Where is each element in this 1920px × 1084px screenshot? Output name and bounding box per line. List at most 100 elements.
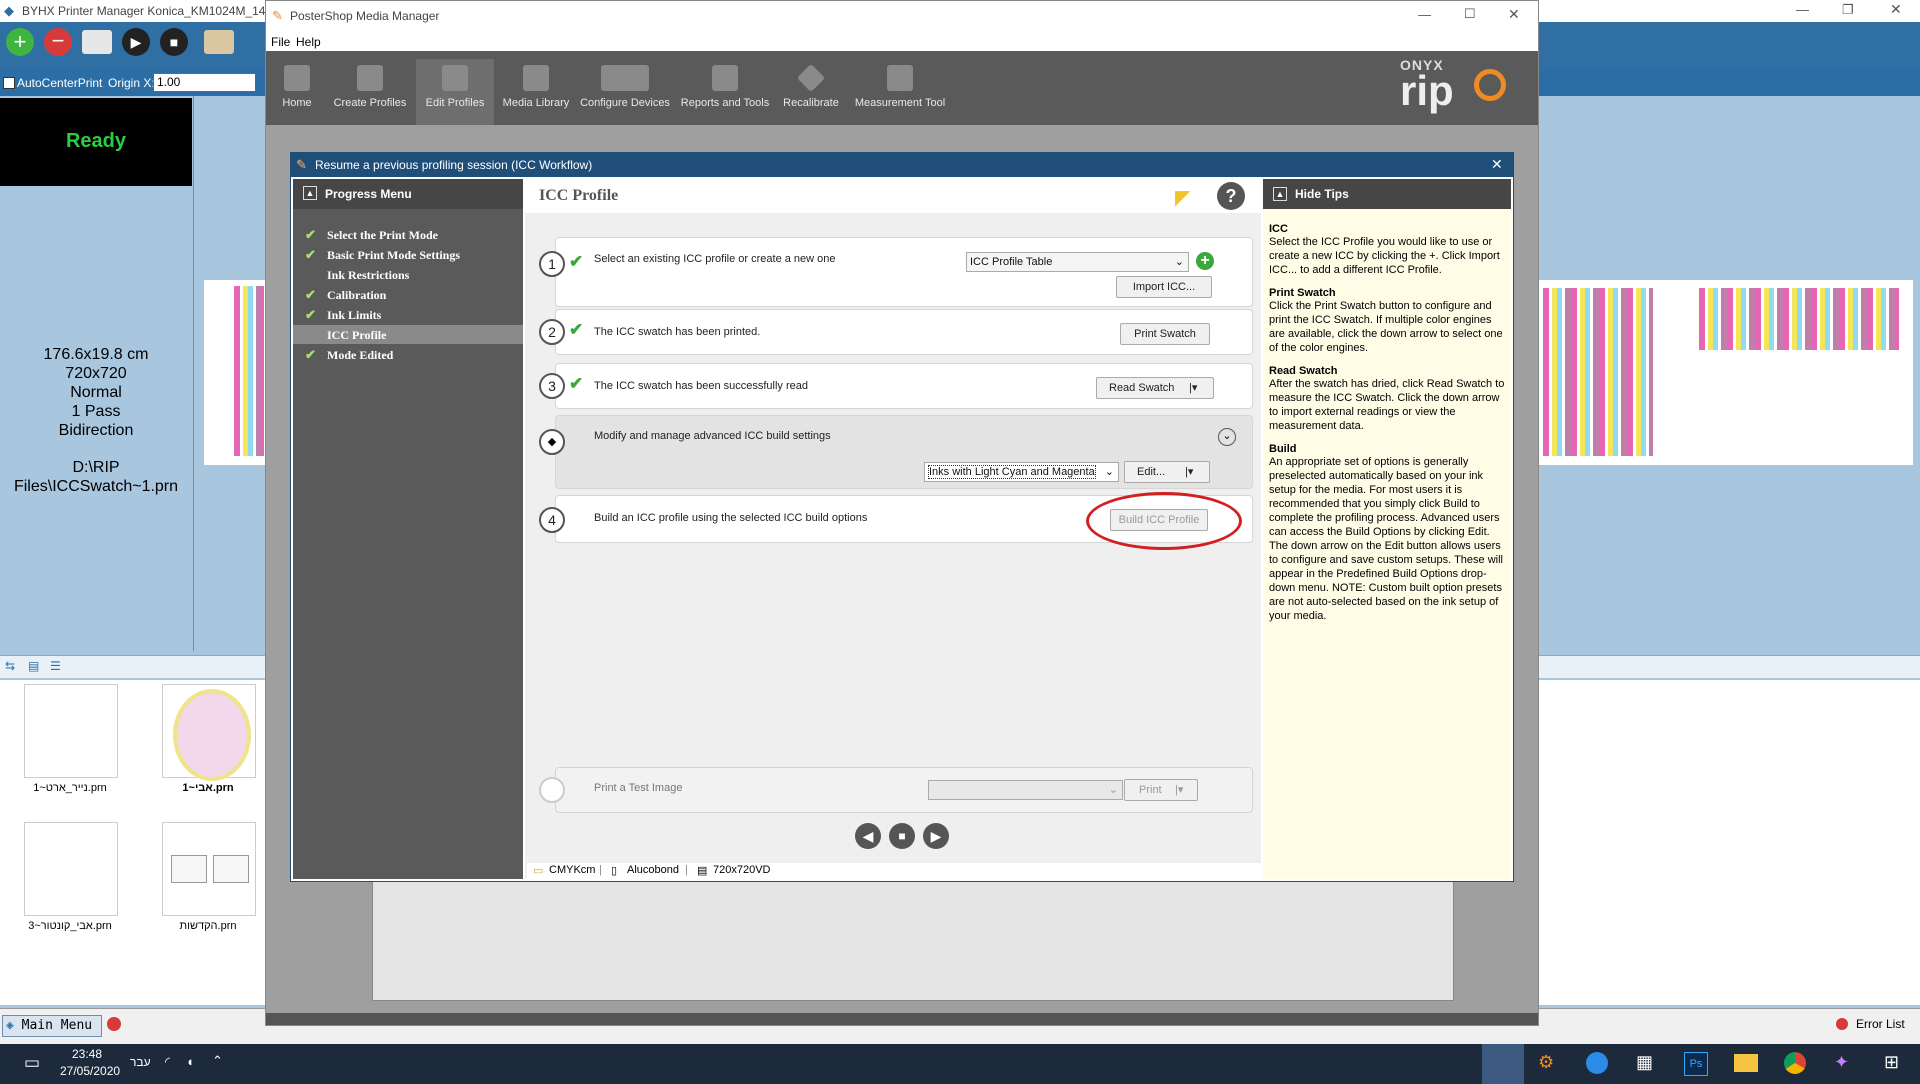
expand-icon[interactable]: ⌄: [1218, 428, 1236, 446]
restore-icon[interactable]: ❐: [1842, 2, 1854, 18]
dropdown-arrow-icon[interactable]: |▾: [1185, 462, 1193, 482]
add-job-icon[interactable]: +: [6, 28, 34, 56]
edit-build-options-button[interactable]: Edit... |▾: [1124, 461, 1210, 483]
view-icon[interactable]: ⇆: [5, 659, 15, 673]
page-icon[interactable]: ▤: [28, 659, 39, 673]
list-icon[interactable]: ☰: [50, 659, 61, 673]
chevron-down-icon: ⌄: [1174, 256, 1184, 268]
progress-item-calibration[interactable]: ✔ Calibration: [293, 285, 523, 304]
progress-menu: ▲ Progress Menu ✔ Select the Print Mode …: [293, 179, 523, 879]
progress-item-select-print-mode[interactable]: ✔ Select the Print Mode: [293, 225, 523, 244]
taskbar-app-calculator-icon[interactable]: ▦: [1636, 1052, 1653, 1073]
progress-item-mode-edited[interactable]: ✔ Mode Edited: [293, 345, 523, 364]
toolbar-configure-devices[interactable]: Configure Devices: [578, 59, 672, 125]
stop-icon[interactable]: ■: [160, 28, 188, 56]
thumbnail-label: הקדשות.prn: [179, 920, 237, 932]
icc-main-panel: ICC Profile ◤ ? Select an existing ICC p…: [525, 179, 1263, 879]
test-image-dropdown[interactable]: ⌄: [928, 780, 1123, 800]
toolbar-measurement-tool[interactable]: Measurement Tool: [850, 59, 950, 125]
measurement-tool-icon: [887, 65, 913, 91]
auto-center-checkbox[interactable]: [3, 77, 15, 89]
main-menu-button[interactable]: ◈ Main Menu: [2, 1015, 102, 1037]
minimize-icon[interactable]: —: [1418, 7, 1431, 22]
job-resolution: 720x720: [65, 365, 127, 382]
taskbar-app-onyx[interactable]: [1482, 1044, 1524, 1084]
windows-start-icon[interactable]: ⊞: [1884, 1052, 1899, 1073]
advanced-diamond-icon: ◆: [539, 429, 565, 455]
icc-profile-dropdown[interactable]: ICC Profile Table ⌄: [966, 252, 1189, 272]
tip-heading: ICC: [1269, 223, 1288, 235]
menu-file[interactable]: File: [271, 35, 290, 49]
dropdown-arrow-icon[interactable]: |▾: [1175, 780, 1183, 800]
error-list-button[interactable]: Error List: [1856, 1017, 1905, 1031]
notes-flag-icon[interactable]: ◤: [1175, 185, 1190, 210]
hide-tips-button[interactable]: Hide Tips: [1295, 187, 1349, 201]
toolbar-edit-profiles[interactable]: Edit Profiles: [416, 59, 494, 125]
taskbar-app-rip-icon[interactable]: ⚙: [1538, 1052, 1554, 1073]
taskbar-app-explorer-icon[interactable]: [1734, 1054, 1758, 1072]
checkmark-icon: ✔: [305, 247, 316, 262]
step-4-text: Build an ICC profile using the selected …: [594, 512, 868, 524]
back-icon[interactable]: ◀: [855, 823, 881, 849]
close-icon[interactable]: ✕: [1508, 6, 1520, 23]
taskbar-app-paint-icon[interactable]: ✦: [1834, 1052, 1849, 1073]
play-pause-icon[interactable]: ▶: [122, 28, 150, 56]
import-icc-button[interactable]: Import ICC...: [1116, 276, 1212, 298]
printer-icon[interactable]: [82, 30, 112, 54]
forward-icon[interactable]: ▶: [923, 823, 949, 849]
collapse-icon[interactable]: ▲: [1273, 187, 1287, 201]
progress-item-icc-profile[interactable]: ICC Profile: [293, 325, 523, 344]
help-icon[interactable]: ?: [1217, 182, 1245, 210]
build-options-dropdown[interactable]: Inks with Light Cyan and Magenta ⌄: [924, 462, 1119, 482]
advanced-build-settings: Modify and manage advanced ICC build set…: [555, 415, 1253, 489]
tip-body: After the swatch has dried, click Read S…: [1269, 378, 1505, 432]
taskbar-date: 27/05/2020: [60, 1064, 121, 1078]
toolbar-create-profiles[interactable]: Create Profiles: [328, 59, 412, 125]
progress-item-ink-limits[interactable]: ✔ Ink Limits: [293, 305, 523, 324]
tip-body: An appropriate set of options is general…: [1269, 456, 1503, 622]
print-swatch-button[interactable]: Print Swatch: [1120, 323, 1210, 345]
stop-icon[interactable]: ■: [889, 823, 915, 849]
taskbar-app-photoshop-icon[interactable]: Ps: [1684, 1052, 1708, 1076]
job-thumbnail[interactable]: [162, 684, 256, 781]
volume-icon[interactable]: ◖: [186, 1054, 194, 1069]
taskbar-app-chrome-icon[interactable]: [1784, 1052, 1806, 1074]
wifi-icon[interactable]: ◜: [165, 1054, 170, 1070]
delete-job-icon[interactable]: −: [44, 28, 72, 56]
toolbar-reports-and-tools[interactable]: Reports and Tools: [676, 59, 774, 125]
input-language[interactable]: עבר: [130, 1055, 151, 1069]
edit-profiles-icon: [442, 65, 468, 91]
job-thumbnail[interactable]: [24, 822, 118, 916]
step-1-check-icon: ✔: [569, 252, 584, 271]
maximize-icon[interactable]: ☐: [1464, 6, 1476, 22]
progress-menu-title: Progress Menu: [325, 187, 412, 201]
read-swatch-button[interactable]: Read Swatch |▾: [1096, 377, 1214, 399]
toolbar-recalibrate[interactable]: Recalibrate: [778, 59, 844, 125]
job-direction: Bidirection: [58, 422, 134, 439]
toolbar-media-library[interactable]: Media Library: [500, 59, 572, 125]
add-profile-icon[interactable]: +: [1196, 252, 1214, 270]
origin-x-input[interactable]: 1.00: [153, 73, 256, 92]
menu-help[interactable]: Help: [296, 35, 321, 49]
tips-panel: ▲ Hide Tips ICC Select the ICC Profile y…: [1263, 179, 1511, 879]
collapse-icon[interactable]: ▲: [303, 186, 317, 200]
action-center-icon[interactable]: ▭: [24, 1053, 40, 1073]
job-path-2: Files\ICCSwatch~1.prn: [13, 478, 179, 495]
progress-item-ink-restrictions[interactable]: Ink Restrictions: [293, 265, 523, 284]
close-icon[interactable]: ✕: [1890, 1, 1902, 18]
taskbar-app-teamviewer-icon[interactable]: [1586, 1052, 1608, 1074]
show-hidden-icons[interactable]: ⌃: [212, 1053, 223, 1069]
step-2-text: The ICC swatch has been printed.: [594, 326, 761, 338]
job-thumbnail[interactable]: [24, 684, 118, 778]
tip-body: Click the Print Swatch button to configu…: [1269, 300, 1503, 354]
toolbar-home[interactable]: Home: [274, 59, 320, 125]
print-test-button[interactable]: Print |▾: [1124, 779, 1198, 801]
job-quality: Normal: [70, 384, 122, 401]
dropdown-arrow-icon[interactable]: |▾: [1189, 378, 1197, 398]
minimize-icon[interactable]: —: [1796, 2, 1809, 17]
progress-item-basic-print-mode-settings[interactable]: ✔ Basic Print Mode Settings: [293, 245, 523, 264]
clean-icon[interactable]: [204, 30, 234, 54]
dialog-close-icon[interactable]: ✕: [1491, 156, 1503, 173]
media-library-icon: [523, 65, 549, 91]
job-thumbnail[interactable]: [162, 822, 256, 916]
